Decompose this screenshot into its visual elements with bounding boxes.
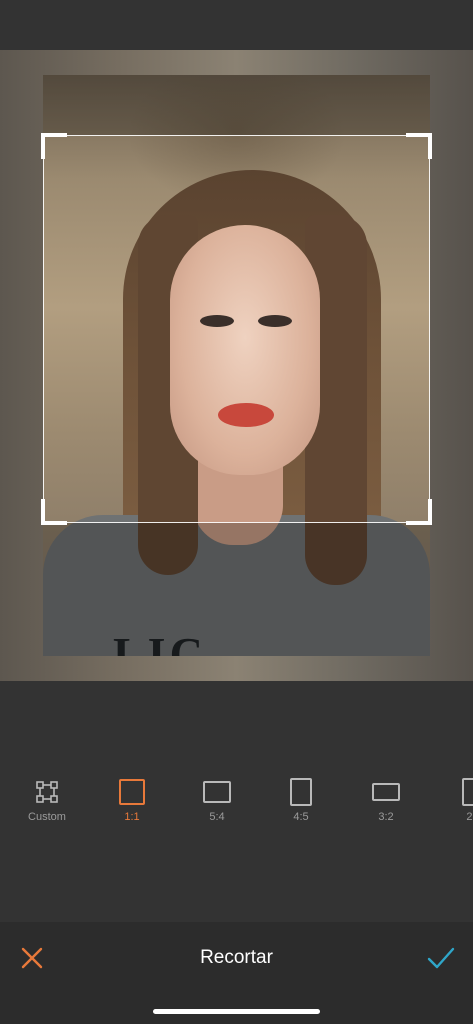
portrait-ratio-icon [290,778,312,806]
ratio-4-5-label: 4:5 [293,811,309,823]
ratio-5-4-label: 5:4 [209,811,225,823]
ratio-3-2-button[interactable]: 3:2 [351,766,421,826]
ratio-custom-button[interactable]: Custom [12,766,82,826]
square-ratio-icon [119,779,145,805]
bottom-toolbar: Recortar [0,922,473,1024]
home-indicator[interactable] [153,1009,320,1014]
tall-ratio-icon [462,778,473,806]
ratio-1-1-button[interactable]: 1:1 [97,766,167,826]
top-bar [0,0,473,50]
ratio-custom-label: Custom [28,811,66,823]
crop-handle-bottom-right[interactable] [406,499,432,525]
ratio-3-2-label: 3:2 [378,811,394,823]
ratio-1-1-label: 1:1 [124,811,140,823]
crop-handle-top-right[interactable] [406,133,432,159]
crop-frame[interactable] [41,133,432,525]
crop-handle-bottom-left[interactable] [41,499,67,525]
crop-canvas[interactable]: LIC [0,50,473,681]
wide-ratio-icon [372,783,400,801]
checkmark-icon[interactable] [424,942,458,974]
aspect-ratio-strip: Custom 1:1 5:4 4:5 3:2 2: [0,766,473,836]
crop-handle-top-left[interactable] [41,133,67,159]
landscape-ratio-icon [203,781,231,803]
crop-mask-bottom [43,523,430,656]
ratio-2-3-label: 2: [466,811,473,823]
page-title: Recortar [200,947,273,968]
ratio-4-5-button[interactable]: 4:5 [266,766,336,826]
free-crop-icon [36,781,58,803]
ratio-2-3-button[interactable]: 2: [436,766,473,826]
crop-mask-top [43,75,430,135]
ratio-5-4-button[interactable]: 5:4 [182,766,252,826]
